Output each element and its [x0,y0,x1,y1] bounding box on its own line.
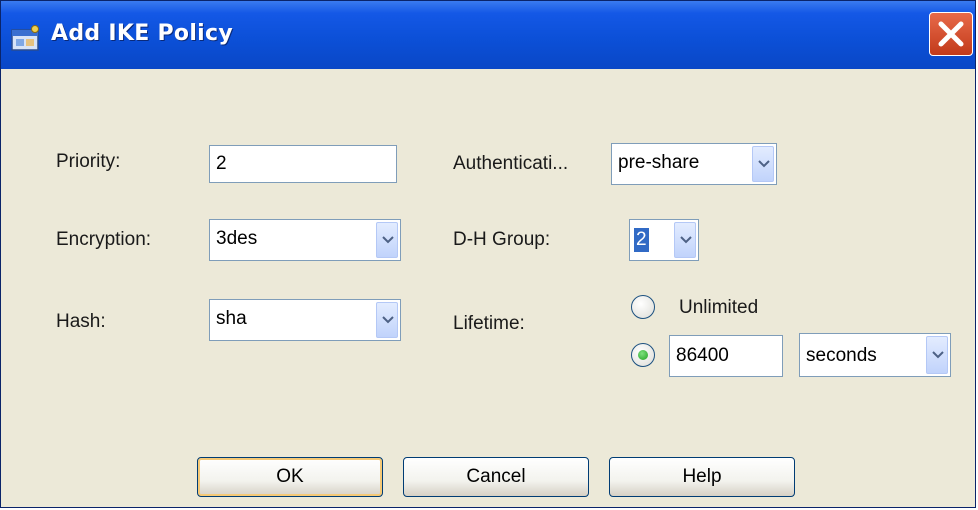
chevron-down-icon [758,160,770,168]
help-button[interactable]: Help [609,457,795,497]
encryption-value: 3des [216,228,258,249]
encryption-select[interactable]: 3des [209,219,401,261]
lifetime-unlimited-radio[interactable] [631,295,655,319]
hash-label: Hash: [56,311,106,332]
title-bar[interactable]: Add IKE Policy [1,1,975,69]
lifetime-value-input[interactable]: 86400 [669,335,783,377]
authentication-select[interactable]: pre-share [611,143,777,185]
lifetime-unit-select[interactable]: seconds [799,333,951,377]
lifetime-value-radio[interactable] [631,343,655,367]
dh-group-select[interactable]: 2 [629,219,699,261]
hash-select[interactable]: sha [209,299,401,341]
add-ike-policy-dialog: Add IKE Policy Priority: 2 Encryption: 3… [0,0,976,508]
cancel-button[interactable]: Cancel [403,457,589,497]
lifetime-unit-value: seconds [806,345,877,366]
authentication-label: Authenticati... [453,153,569,174]
lifetime-unlimited-label: Unlimited [679,297,759,318]
dh-group-value: 2 [634,228,649,252]
authentication-dropdown-button[interactable] [752,146,774,182]
lifetime-label: Lifetime: [453,313,525,334]
dh-group-label: D-H Group: [453,229,551,250]
priority-input[interactable]: 2 [209,145,397,183]
chevron-down-icon [932,351,944,359]
priority-label: Priority: [56,151,121,172]
ok-button[interactable]: OK [197,457,383,497]
dh-group-dropdown-button[interactable] [674,222,696,258]
close-button[interactable] [929,12,973,56]
hash-dropdown-button[interactable] [376,302,398,338]
chevron-down-icon [382,236,394,244]
encryption-dropdown-button[interactable] [376,222,398,258]
lifetime-unit-dropdown-button[interactable] [926,336,948,374]
dialog-title: Add IKE Policy [51,21,234,46]
authentication-value: pre-share [618,152,700,173]
chevron-down-icon [680,236,692,244]
window-app-icon [11,25,41,53]
hash-value: sha [216,308,247,329]
chevron-down-icon [382,316,394,324]
encryption-label: Encryption: [56,229,152,250]
radio-selected-dot [638,350,648,360]
close-icon [938,21,964,47]
